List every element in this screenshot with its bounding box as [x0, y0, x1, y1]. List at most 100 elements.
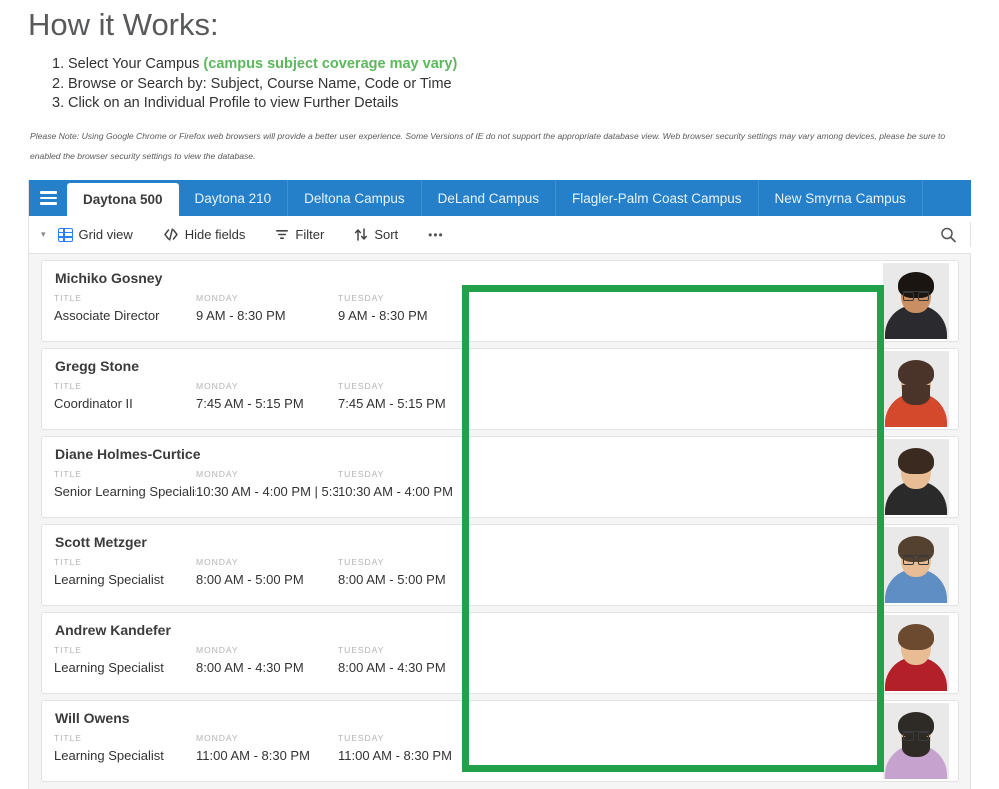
tab-label: DeLand Campus [437, 190, 539, 206]
row-fields: Andrew Kandefer TITLE Learning Specialis… [42, 613, 880, 693]
table-row[interactable]: Michiko Gosney TITLE Associate Director … [41, 260, 959, 342]
avatar [880, 349, 958, 429]
cell-title: TITLE Senior Learning Specialist [54, 467, 196, 503]
row-fields: Will Owens TITLE Learning Specialist MON… [42, 701, 880, 781]
table-row[interactable]: Diane Holmes-Curtice TITLE Senior Learni… [41, 436, 959, 518]
cell-title: TITLE Coordinator II [54, 379, 196, 415]
cell-title: TITLE Learning Specialist [54, 643, 196, 679]
table-row[interactable]: Will Owens TITLE Learning Specialist MON… [41, 700, 959, 782]
step-text: Select Your Campus [68, 56, 204, 72]
cell-value-monday: 8:00 AM - 4:30 PM [196, 660, 304, 675]
column-header-tuesday: TUESDAY [338, 381, 385, 391]
row-cells: TITLE Coordinator II MONDAY 7:45 AM - 5:… [54, 379, 880, 415]
portrait-photo [883, 527, 949, 603]
column-header-title: TITLE [54, 469, 82, 479]
cell-tuesday: TUESDAY 7:45 AM - 5:15 PM [338, 379, 480, 415]
cell-tuesday: TUESDAY 8:00 AM - 4:30 PM [338, 643, 480, 679]
column-header-title: TITLE [54, 557, 82, 567]
column-header-monday: MONDAY [196, 557, 239, 567]
table-row[interactable]: Gregg Stone TITLE Coordinator II MONDAY … [41, 348, 959, 430]
grid-view-label: Grid view [78, 227, 133, 242]
cell-tuesday: TUESDAY 11:00 AM - 8:30 PM [338, 731, 480, 767]
column-header-monday: MONDAY [196, 733, 239, 743]
page-title: How it Works: [28, 7, 219, 42]
tab-deland-campus[interactable]: DeLand Campus [422, 180, 556, 216]
tab-daytona-210[interactable]: Daytona 210 [179, 180, 289, 216]
step-item: 2. Browse or Search by: Subject, Course N… [52, 75, 952, 95]
portrait-photo [883, 615, 949, 691]
cell-tuesday: TUESDAY 9 AM - 8:30 PM [338, 291, 480, 327]
cell-value-monday: 11:00 AM - 8:30 PM [196, 748, 310, 763]
campus-tab-bar: Daytona 500 Daytona 210 Deltona Campus D… [29, 180, 971, 216]
cell-value-title: Senior Learning Specialist [54, 484, 196, 499]
grid-view-button[interactable]: Grid view [50, 224, 141, 245]
list-right-edge [970, 254, 971, 789]
tab-deltona-campus[interactable]: Deltona Campus [288, 180, 422, 216]
row-fields: Gregg Stone TITLE Coordinator II MONDAY … [42, 349, 880, 429]
step-text: Click on an Individual Profile to view F… [68, 95, 399, 111]
cell-value-tuesday: 8:00 AM - 4:30 PM [338, 660, 446, 675]
record-name: Michiko Gosney [55, 270, 163, 286]
row-cells: TITLE Senior Learning Specialist MONDAY … [54, 467, 880, 503]
column-header-monday: MONDAY [196, 381, 239, 391]
step-item: 3. Click on an Individual Profile to view… [52, 94, 952, 114]
hide-fields-button[interactable]: Hide fields [155, 224, 254, 245]
avatar [880, 613, 958, 693]
sort-icon [354, 228, 368, 241]
cell-monday: MONDAY 7:45 AM - 5:15 PM [196, 379, 338, 415]
table-row[interactable]: Andrew Kandefer TITLE Learning Specialis… [41, 612, 959, 694]
portrait-photo [883, 263, 949, 339]
column-header-title: TITLE [54, 645, 82, 655]
cell-value-title: Coordinator II [54, 396, 133, 411]
cell-value-tuesday: 11:00 AM - 8:30 PM [338, 748, 452, 763]
column-header-monday: MONDAY [196, 293, 239, 303]
hide-fields-icon [163, 228, 179, 241]
cell-tuesday: TUESDAY 10:30 AM - 4:00 PM [338, 467, 480, 503]
column-header-tuesday: TUESDAY [338, 733, 385, 743]
more-options-button[interactable]: ••• [420, 225, 452, 245]
tab-daytona-500[interactable]: Daytona 500 [67, 183, 179, 216]
record-name: Diane Holmes-Curtice [55, 446, 201, 462]
sort-button[interactable]: Sort [346, 224, 406, 245]
filter-label: Filter [295, 227, 325, 242]
step-number: 3. [52, 95, 65, 111]
cell-value-monday: 9 AM - 8:30 PM [196, 308, 286, 323]
table-row[interactable]: Scott Metzger TITLE Learning Specialist … [41, 524, 959, 606]
hide-fields-label: Hide fields [184, 227, 246, 242]
record-list: Michiko Gosney TITLE Associate Director … [29, 254, 971, 789]
tab-new-smyrna-campus[interactable]: New Smyrna Campus [759, 180, 923, 216]
column-header-tuesday: TUESDAY [338, 469, 385, 479]
how-it-works-steps: 1. Select Your Campus (campus subject cov… [52, 55, 952, 114]
browser-compatibility-note: Please Note: Using Google Chrome or Fire… [30, 131, 946, 161]
embedded-database-app: Daytona 500 Daytona 210 Deltona Campus D… [28, 180, 971, 789]
record-name: Scott Metzger [55, 534, 147, 550]
column-header-title: TITLE [54, 733, 82, 743]
step-number: 2. [52, 75, 65, 92]
column-header-tuesday: TUESDAY [338, 557, 385, 567]
filter-button[interactable]: Filter [267, 224, 332, 245]
cell-tuesday: TUESDAY 8:00 AM - 5:00 PM [338, 555, 480, 591]
hamburger-menu-icon[interactable] [29, 180, 67, 216]
avatar [880, 525, 958, 605]
column-header-title: TITLE [54, 381, 82, 391]
search-icon[interactable] [940, 226, 957, 243]
toolbar-divider [970, 222, 971, 247]
grid-view-icon [57, 227, 73, 242]
row-fields: Diane Holmes-Curtice TITLE Senior Learni… [42, 437, 880, 517]
column-header-tuesday: TUESDAY [338, 645, 385, 655]
cell-monday: MONDAY 11:00 AM - 8:30 PM [196, 731, 338, 767]
record-name: Will Owens [55, 710, 130, 726]
page-root: How it Works: 1. Select Your Campus (camp… [0, 0, 999, 789]
cell-value-tuesday: 8:00 AM - 5:00 PM [338, 572, 446, 587]
record-name: Gregg Stone [55, 358, 140, 374]
tab-label: Daytona 500 [83, 192, 163, 207]
tab-flagler-palm-coast-campus[interactable]: Flagler-Palm Coast Campus [556, 180, 759, 216]
cell-title: TITLE Learning Specialist [54, 731, 196, 767]
avatar [880, 261, 958, 341]
step-item: 1. Select Your Campus (campus subject cov… [52, 55, 952, 75]
row-cells: TITLE Associate Director MONDAY 9 AM - 8… [54, 291, 880, 327]
cell-title: TITLE Learning Specialist [54, 555, 196, 591]
column-header-tuesday: TUESDAY [338, 293, 385, 303]
portrait-photo [883, 439, 949, 515]
chevron-down-icon[interactable]: ▾ [37, 229, 50, 240]
